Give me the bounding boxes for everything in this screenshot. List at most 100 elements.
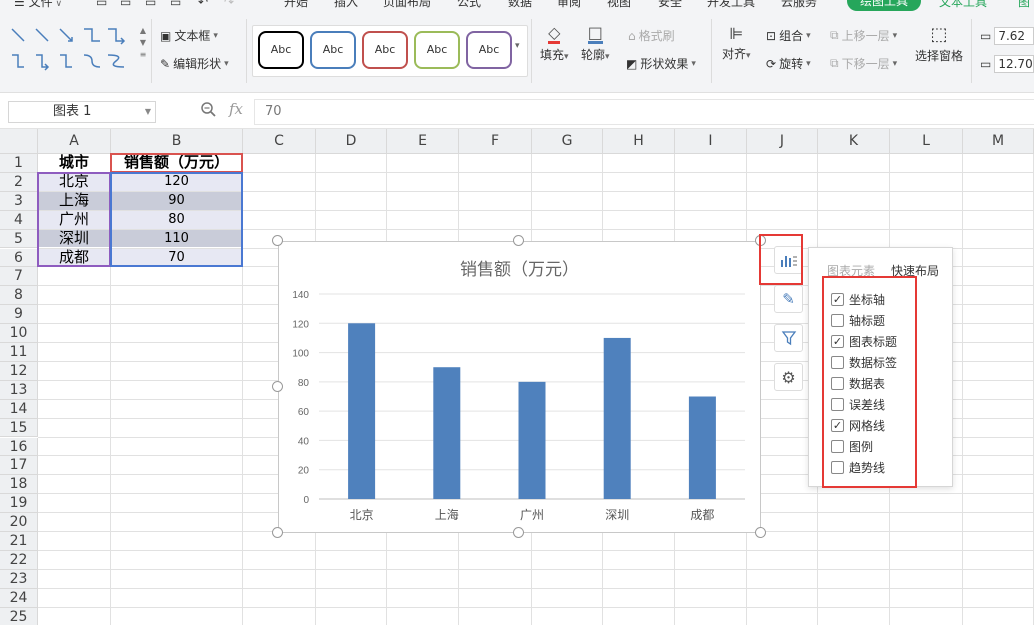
checkbox[interactable] [831,461,844,474]
row-header-5[interactable]: 5 [0,229,38,249]
row-header-12[interactable]: 12 [0,361,38,381]
bar-1[interactable] [348,323,376,499]
checkbox[interactable] [831,314,844,327]
tab-data[interactable]: 数据 [508,0,532,11]
rotate-button[interactable]: ⟳ 旋转 ▾ [766,55,811,72]
column-header-e[interactable]: E [387,129,459,154]
resize-handle-bl[interactable] [272,527,283,538]
column-header-l[interactable]: L [890,129,963,154]
row-header-23[interactable]: 23 [0,569,38,589]
row-header-20[interactable]: 20 [0,513,38,532]
resize-handle-ml[interactable] [272,381,283,392]
chart-element-option[interactable]: 轴标题 [831,312,885,329]
checkbox-checked[interactable]: ✓ [831,335,844,348]
shape-gallery[interactable] [8,25,132,77]
shape-gallery-scroll[interactable]: ▲ ▼ ≡ [138,25,148,61]
send-backward-button[interactable]: ⧉ 下移一层 ▾ [830,55,897,72]
undo-icon[interactable]: ↶ [198,0,208,11]
row-header-16[interactable]: 16 [0,437,38,457]
tab-view[interactable]: 视图 [607,0,631,11]
row-header-19[interactable]: 19 [0,494,38,514]
bar-3[interactable] [518,381,546,499]
print-preview-icon[interactable]: ▭ [170,0,181,11]
tab-page-layout[interactable]: 页面布局 [383,0,431,11]
tab-chart-tools[interactable]: 图 [1018,0,1030,11]
align-button[interactable]: ⊫ 对齐▾ [722,25,751,62]
checkbox-checked[interactable]: ✓ [831,293,844,306]
row-header-13[interactable]: 13 [0,380,38,400]
export-icon[interactable]: ▭ [120,0,131,11]
chart-settings-button[interactable]: ⚙ [774,363,803,391]
resize-handle-tl[interactable] [272,235,283,246]
row-header-25[interactable]: 25 [0,607,38,625]
formula-input[interactable]: 70 [254,99,1034,125]
tab-developer[interactable]: 开发工具 [707,0,755,11]
row-header-22[interactable]: 22 [0,550,38,570]
chart-element-option[interactable]: 趋势线 [831,459,885,476]
save-icon[interactable]: ▭ [96,0,107,11]
chart-styles-button[interactable]: ✎ [774,285,803,313]
row-header-24[interactable]: 24 [0,588,38,608]
style-red[interactable]: Abc [362,31,408,69]
style-black[interactable]: Abc [258,31,304,69]
tab-formula[interactable]: 公式 [457,0,481,11]
row-header-7[interactable]: 7 [0,267,38,287]
zoom-icon[interactable] [200,101,218,119]
chart-element-option[interactable]: 误差线 [831,396,885,413]
row-header-10[interactable]: 10 [0,324,38,343]
chart-plot-area[interactable]: 0 20 40 60 80 100 120 140 北京 上海 广州 深圳 成都 [279,242,762,534]
chart-element-option[interactable]: 数据表 [831,375,885,392]
tab-home[interactable]: 开始 [284,0,308,11]
name-box[interactable]: 图表 1 ▼ [8,101,156,123]
shape-effect-button[interactable]: ◩ 形状效果 ▾ [626,55,696,72]
row-header-6[interactable]: 6 [0,248,38,268]
column-header-m[interactable]: M [963,129,1034,154]
chart-filter-button[interactable] [774,324,803,352]
column-header-c[interactable]: C [243,129,316,154]
column-header-b[interactable]: B [111,129,243,154]
checkbox-checked[interactable]: ✓ [831,419,844,432]
column-header-d[interactable]: D [316,129,387,154]
chart-element-option[interactable]: 数据标签 [831,354,897,371]
checkbox[interactable] [831,398,844,411]
row-header-11[interactable]: 11 [0,343,38,362]
style-purple[interactable]: Abc [466,31,512,69]
row-header-21[interactable]: 21 [0,532,38,551]
tab-review[interactable]: 审阅 [557,0,581,11]
format-painter-button[interactable]: ⌂ 格式刷 [628,27,675,44]
column-header-k[interactable]: K [818,129,890,154]
row-header-8[interactable]: 8 [0,286,38,306]
width-field[interactable]: ▭ 12.70 [980,55,1034,73]
row-header-15[interactable]: 15 [0,418,38,438]
group-button[interactable]: ⊡ 组合 ▾ [766,27,811,44]
resize-handle-br[interactable] [755,527,766,538]
bar-5[interactable] [688,396,716,500]
tab-drawing-tools[interactable]: 绘图工具 [847,0,921,11]
print-icon[interactable]: ▭ [145,0,156,11]
fill-button[interactable]: ◇ 填充▾ [540,25,569,63]
chart-element-option[interactable]: ✓ 坐标轴 [831,291,885,308]
cell-a1[interactable]: 城市 [38,153,110,172]
column-header-a[interactable]: A [38,129,111,154]
row-header-9[interactable]: 9 [0,305,38,325]
style-green[interactable]: Abc [414,31,460,69]
select-all-corner[interactable] [0,129,38,154]
selection-pane-button[interactable]: ⬚ 选择窗格 [915,25,963,64]
column-header-i[interactable]: I [675,129,747,154]
bar-4[interactable] [603,337,631,499]
tab-security[interactable]: 安全 [658,0,682,11]
chart-element-option[interactable]: ✓ 图表标题 [831,333,897,350]
row-header-1[interactable]: 1 [0,154,38,173]
bar-2[interactable] [433,367,461,499]
bring-forward-button[interactable]: ⧉ 上移一层 ▾ [830,27,897,44]
style-blue[interactable]: Abc [310,31,356,69]
checkbox[interactable] [831,440,844,453]
fx-icon[interactable]: fx [229,100,243,118]
column-header-f[interactable]: F [459,129,532,154]
textbox-button[interactable]: ▣ 文本框 ▾ [160,27,218,44]
style-gallery-more[interactable]: ▾ [515,41,520,51]
tab-text-tools[interactable]: 文本工具 [939,0,987,11]
row-header-17[interactable]: 17 [0,456,38,476]
checkbox[interactable] [831,377,844,390]
resize-handle-bc[interactable] [513,527,524,538]
